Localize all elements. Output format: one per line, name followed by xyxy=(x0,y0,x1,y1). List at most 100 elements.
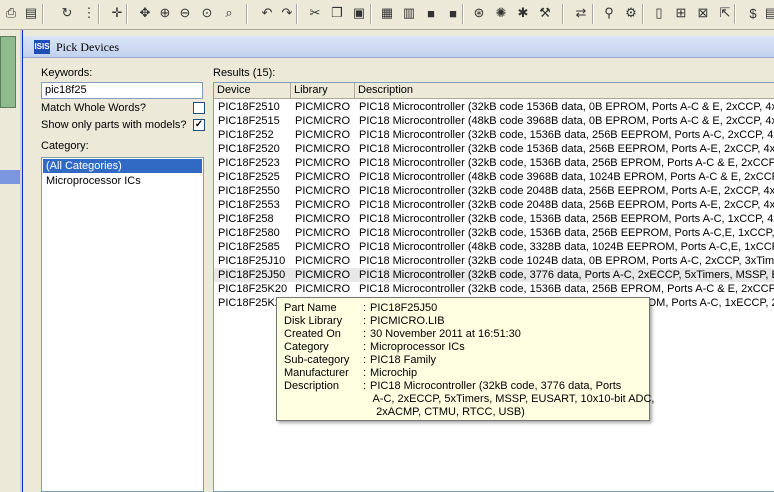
show-only-models-checkbox[interactable]: ✓ xyxy=(193,119,205,131)
grid-icon[interactable]: ⋮ xyxy=(80,4,98,22)
exit-sheet-icon[interactable]: ⇱ xyxy=(716,4,734,22)
make-device-icon[interactable]: ✺ xyxy=(492,4,510,22)
table-row[interactable]: PIC18F2515 PICMICRO PIC18 Microcontroller … xyxy=(214,114,774,128)
tooltip-field-colon: : xyxy=(363,315,367,327)
table-row[interactable]: PIC18F2580 PICMICRO PIC18 Microcontroller … xyxy=(214,226,774,240)
keywords-input[interactable]: pic18f25 xyxy=(41,82,203,99)
table-row[interactable]: PIC18F25J50 PICMICRO PIC18 Microcontroller… xyxy=(214,268,774,282)
description-cell: PIC18 Microcontroller (48kB code 3968B d… xyxy=(359,171,774,183)
origin-icon[interactable]: ✛ xyxy=(108,4,126,22)
tooltip-field: Category: Microprocessor ICs xyxy=(277,341,649,354)
table-row[interactable]: PIC18F2520 PICMICRO PIC18 Microcontroller … xyxy=(214,142,774,156)
new-sheet-icon[interactable]: ▯ xyxy=(650,4,668,22)
device-cell: PIC18F2525 xyxy=(218,171,280,183)
remove-sheet-icon[interactable]: ⊠ xyxy=(694,4,712,22)
category-item-all[interactable]: (All Categories) xyxy=(42,158,203,174)
toolbar-separator xyxy=(592,4,594,24)
device-cell: PIC18F2510 xyxy=(218,101,280,113)
category-list[interactable]: (All Categories) Microprocessor ICs xyxy=(41,157,204,492)
column-header-description[interactable]: Description xyxy=(355,83,774,99)
toolbar-separator xyxy=(296,4,298,24)
device-cell: PIC18F2580 xyxy=(218,227,280,239)
library-cell: PICMICRO xyxy=(295,241,350,253)
page-icon[interactable]: ▤ xyxy=(22,4,40,22)
column-header-library[interactable]: Library xyxy=(291,83,355,99)
tooltip-field-colon: : xyxy=(363,341,367,353)
paste-icon[interactable]: ▣ xyxy=(350,4,368,22)
report-icon[interactable]: ▤ xyxy=(762,4,774,22)
toolbar-separator xyxy=(734,4,736,24)
table-row[interactable]: PIC18F2550 PICMICRO PIC18 Microcontroller … xyxy=(214,184,774,198)
selector-header xyxy=(0,170,20,184)
match-whole-words-checkbox[interactable] xyxy=(193,102,205,114)
tooltip-field-key: Created On xyxy=(284,328,341,340)
description-cell: PIC18 Microcontroller (32kB code, 1536B … xyxy=(359,283,774,295)
toolbar-separator xyxy=(246,4,248,24)
library-cell: PICMICRO xyxy=(295,227,350,239)
device-cell: PIC18F25J10 xyxy=(218,255,286,267)
library-cell: PICMICRO xyxy=(295,115,350,127)
table-row[interactable]: PIC18F2510 PICMICRO PIC18 Microcontroller … xyxy=(214,100,774,114)
device-cell: PIC18F258 xyxy=(218,213,274,225)
table-row[interactable]: PIC18F252 PICMICRO PIC18 Microcontroller (… xyxy=(214,128,774,142)
pick-device-icon[interactable]: ⊛ xyxy=(470,4,488,22)
category-item-microprocessor[interactable]: Microprocessor ICs xyxy=(43,174,202,188)
description-cell: PIC18 Microcontroller (32kB code 1024B d… xyxy=(359,255,774,267)
library-cell: PICMICRO xyxy=(295,283,350,295)
zoom-in-icon[interactable]: ⊕ xyxy=(156,4,174,22)
device-cell: PIC18F2523 xyxy=(218,157,280,169)
tooltip-field-value: Microprocessor ICs xyxy=(370,341,465,353)
description-cell: PIC18 Microcontroller (32kB code, 1536B … xyxy=(359,129,774,141)
tooltip-field-key: Manufacturer xyxy=(284,367,349,379)
block-rotate-icon[interactable]: ■ xyxy=(422,4,440,22)
tooltip-field-colon: : xyxy=(363,302,367,314)
refresh-icon[interactable]: ↻ xyxy=(58,4,76,22)
tooltip-field-colon: : xyxy=(363,380,367,392)
tooltip-field-value: Microchip xyxy=(370,367,418,379)
device-cell: PIC18F2553 xyxy=(218,199,280,211)
block-delete-icon[interactable]: ■ xyxy=(444,4,462,22)
redo-icon[interactable]: ↷ xyxy=(278,4,296,22)
package-icon[interactable]: ✱ xyxy=(514,4,532,22)
library-cell: PICMICRO xyxy=(295,171,350,183)
tooltip-field-value: 30 November 2011 at 16:51:30 xyxy=(370,328,521,340)
tooltip-field-colon: : xyxy=(363,367,367,379)
wire-autorouter-icon[interactable]: ⇄ xyxy=(572,4,590,22)
tooltip-field-value: PICMICRO.LIB xyxy=(370,315,445,327)
cut-icon[interactable]: ✂ xyxy=(306,4,324,22)
decompose-icon[interactable]: ⚒ xyxy=(536,4,554,22)
column-header-device[interactable]: Device xyxy=(214,83,291,99)
table-row[interactable]: PIC18F2523 PICMICRO PIC18 Microcontroller … xyxy=(214,156,774,170)
bom-icon[interactable]: $ xyxy=(744,4,762,22)
dialog-titlebar[interactable]: ISIS Pick Devices xyxy=(23,36,774,58)
zoom-out-icon[interactable]: ⊖ xyxy=(176,4,194,22)
table-row[interactable]: PIC18F258 PICMICRO PIC18 Microcontroller (… xyxy=(214,212,774,226)
toolbar-separator xyxy=(370,4,372,24)
block-copy-icon[interactable]: ▦ xyxy=(378,4,396,22)
table-row[interactable]: PIC18F25J10 PICMICRO PIC18 Microcontroller… xyxy=(214,254,774,268)
zoom-all-icon[interactable]: ⊙ xyxy=(198,4,216,22)
block-move-icon[interactable]: ▥ xyxy=(400,4,418,22)
pan-icon[interactable]: ✥ xyxy=(136,4,154,22)
table-row[interactable]: PIC18F2525 PICMICRO PIC18 Microcontroller … xyxy=(214,170,774,184)
zoom-area-icon[interactable]: ⌕ xyxy=(220,4,238,22)
table-row[interactable]: PIC18F2585 PICMICRO PIC18 Microcontroller … xyxy=(214,240,774,254)
library-cell: PICMICRO xyxy=(295,255,350,267)
search-icon[interactable]: ⚲ xyxy=(600,4,618,22)
device-cell: PIC18F2515 xyxy=(218,115,280,127)
table-row[interactable]: PIC18F25K20 PICMICRO PIC18 Microcontroller… xyxy=(214,282,774,296)
table-row[interactable]: PIC18F2553 PICMICRO PIC18 Microcontroller … xyxy=(214,198,774,212)
library-cell: PICMICRO xyxy=(295,129,350,141)
results-table[interactable]: Device Library Description PIC18F2510 PIC… xyxy=(213,82,774,492)
copy-icon[interactable]: ❐ xyxy=(328,4,346,22)
property-tool-icon[interactable]: ⚙ xyxy=(622,4,640,22)
undo-icon[interactable]: ↶ xyxy=(258,4,276,22)
description-cell: PIC18 Microcontroller (32kB code, 1536B … xyxy=(359,213,774,225)
add-sheet-icon[interactable]: ⊞ xyxy=(672,4,690,22)
tooltip-field: Part Name: PIC18F25J50 xyxy=(277,302,649,315)
print-icon[interactable]: ⎙ xyxy=(2,4,20,22)
tooltip-field-value: PIC18F25J50 xyxy=(370,302,438,314)
library-cell: PICMICRO xyxy=(295,101,350,113)
description-cell: PIC18 Microcontroller (32kB code 1536B d… xyxy=(359,143,774,155)
app-icon: ISIS xyxy=(34,40,50,54)
